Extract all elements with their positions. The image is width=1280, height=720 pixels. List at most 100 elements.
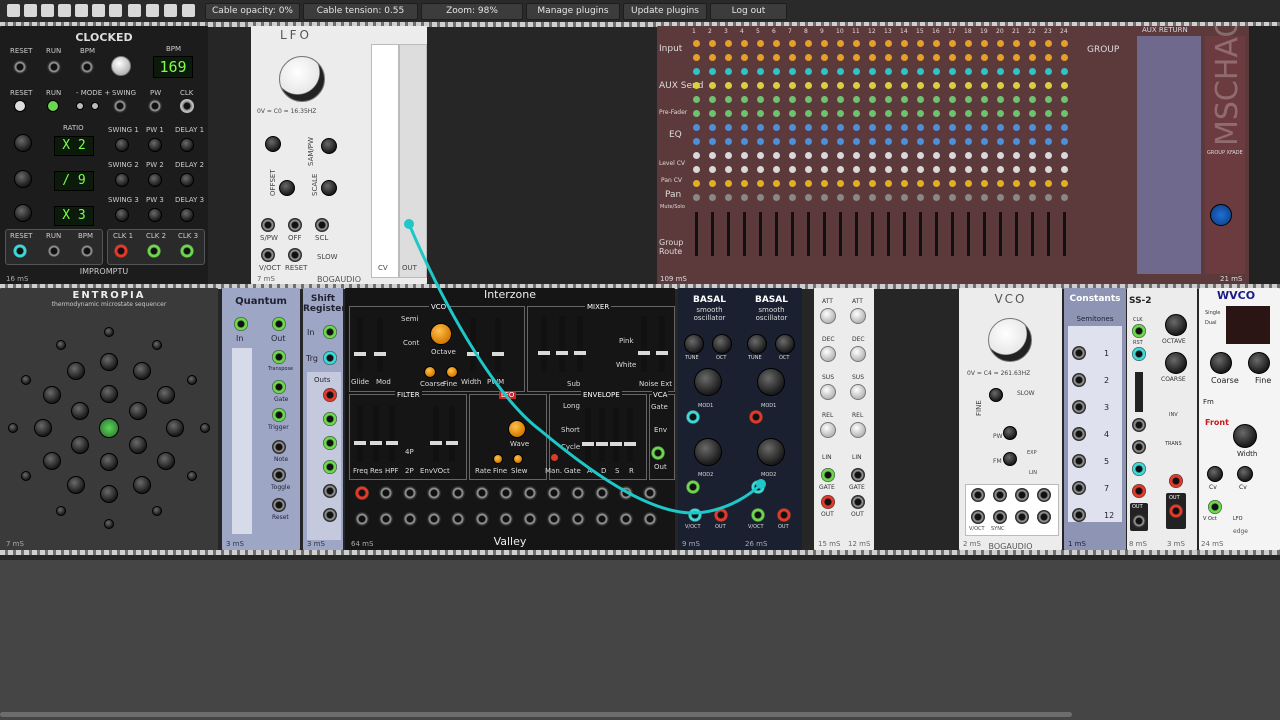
- channel-control[interactable]: [821, 54, 828, 61]
- channel-control[interactable]: [837, 82, 844, 89]
- delay3-knob[interactable]: [180, 208, 194, 222]
- channel-control[interactable]: [917, 152, 924, 159]
- channel-control[interactable]: [1061, 54, 1068, 61]
- lock-icon[interactable]: [182, 4, 195, 17]
- channel-control[interactable]: [757, 166, 764, 173]
- channel-control[interactable]: [1045, 68, 1052, 75]
- mixer-slider-4[interactable]: [638, 316, 650, 372]
- channel-control[interactable]: [901, 166, 908, 173]
- patch-jack[interactable]: [595, 512, 609, 526]
- release-knob-1[interactable]: [820, 422, 836, 438]
- channel-control[interactable]: [933, 82, 940, 89]
- channel-strip[interactable]: 24: [1057, 26, 1072, 284]
- ratio2-knob[interactable]: [14, 170, 32, 188]
- sequence-knob[interactable]: [42, 386, 61, 404]
- channel-control[interactable]: [757, 180, 764, 187]
- channel-control[interactable]: [981, 54, 988, 61]
- channel-control[interactable]: [805, 54, 812, 61]
- channel-control[interactable]: [901, 110, 908, 117]
- scale-knob[interactable]: [321, 180, 337, 196]
- sequence-knob[interactable]: [187, 471, 198, 481]
- channel-control[interactable]: [1045, 110, 1052, 117]
- channel-control[interactable]: [1013, 180, 1020, 187]
- fine-knob[interactable]: [989, 388, 1003, 402]
- channel-control[interactable]: [1061, 180, 1068, 187]
- channel-control[interactable]: [885, 68, 892, 75]
- channel-control[interactable]: [821, 40, 828, 47]
- channel-control[interactable]: [821, 152, 828, 159]
- vca-out-jack[interactable]: [651, 446, 665, 460]
- channel-control[interactable]: [885, 96, 892, 103]
- sync-jack[interactable]: [993, 510, 1007, 524]
- mod1-input-jack[interactable]: [749, 410, 763, 424]
- mixer-module[interactable]: Input AUX Send Pre-Fader EQ Level CV Pan…: [657, 26, 1280, 284]
- channel-strip[interactable]: 23: [1041, 26, 1056, 284]
- channel-control[interactable]: [1045, 194, 1052, 201]
- channel-control[interactable]: [853, 110, 860, 117]
- channel-control[interactable]: [773, 180, 780, 187]
- sine-out-jack[interactable]: [1037, 510, 1051, 524]
- channel-control[interactable]: [837, 110, 844, 117]
- mode-minus-button[interactable]: [76, 102, 84, 110]
- mod2-input-jack[interactable]: [751, 480, 765, 494]
- interzone-module[interactable]: Interzone VCO MIXER Glide Mod Semi Cont …: [345, 288, 675, 550]
- channel-control[interactable]: [981, 138, 988, 145]
- channel-fader[interactable]: [935, 212, 938, 256]
- triangle-out-jack[interactable]: [1015, 510, 1029, 524]
- channel-control[interactable]: [789, 82, 796, 89]
- channel-fader[interactable]: [1031, 212, 1034, 256]
- channel-control[interactable]: [1045, 96, 1052, 103]
- channel-control[interactable]: [981, 180, 988, 187]
- channel-control[interactable]: [725, 110, 732, 117]
- channel-control[interactable]: [981, 124, 988, 131]
- channel-strip[interactable]: 5: [753, 26, 768, 284]
- channel-control[interactable]: [1045, 82, 1052, 89]
- channel-control[interactable]: [949, 138, 956, 145]
- update-plugins-button[interactable]: Update plugins: [623, 3, 707, 20]
- channel-control[interactable]: [837, 152, 844, 159]
- out-jack[interactable]: [777, 508, 791, 522]
- attack-knob-1[interactable]: [820, 308, 836, 324]
- channel-control[interactable]: [805, 124, 812, 131]
- channel-control[interactable]: [853, 68, 860, 75]
- decay-knob-1[interactable]: [820, 346, 836, 362]
- channel-control[interactable]: [773, 152, 780, 159]
- sequence-knob[interactable]: [70, 436, 89, 454]
- channel-control[interactable]: [885, 166, 892, 173]
- channel-control[interactable]: [917, 40, 924, 47]
- attack-knob-2[interactable]: [850, 308, 866, 324]
- sequence-knob[interactable]: [67, 361, 85, 380]
- swing-input-jack[interactable]: [113, 99, 127, 113]
- channel-control[interactable]: [741, 82, 748, 89]
- pw-jack[interactable]: [971, 488, 985, 502]
- channel-control[interactable]: [837, 54, 844, 61]
- slew-knob[interactable]: [513, 454, 523, 464]
- channel-control[interactable]: [997, 40, 1004, 47]
- channel-control[interactable]: [821, 68, 828, 75]
- env-slider[interactable]: [430, 406, 442, 462]
- channel-control[interactable]: [837, 124, 844, 131]
- lfo-module[interactable]: LFO 0V = C0 = 16.35HZ OFFSET SCALE SAM/P…: [251, 26, 427, 284]
- run-input-jack[interactable]: [47, 60, 61, 74]
- channel-control[interactable]: [741, 54, 748, 61]
- channel-control[interactable]: [805, 68, 812, 75]
- channel-control[interactable]: [901, 180, 908, 187]
- channel-control[interactable]: [901, 54, 908, 61]
- channel-control[interactable]: [709, 152, 716, 159]
- channel-control[interactable]: [1061, 40, 1068, 47]
- channel-control[interactable]: [709, 124, 716, 131]
- swing2-knob[interactable]: [115, 173, 129, 187]
- res-slider[interactable]: [370, 406, 382, 462]
- channel-control[interactable]: [885, 180, 892, 187]
- channel-strip[interactable]: 6: [769, 26, 784, 284]
- patch-jack[interactable]: [643, 512, 657, 526]
- channel-control[interactable]: [853, 194, 860, 201]
- channel-control[interactable]: [869, 40, 876, 47]
- wave-knob[interactable]: [265, 136, 281, 152]
- channel-control[interactable]: [725, 82, 732, 89]
- channel-fader[interactable]: [951, 212, 954, 256]
- open-folder-icon[interactable]: [24, 4, 37, 17]
- channel-control[interactable]: [1029, 180, 1036, 187]
- patch-jack[interactable]: [403, 512, 417, 526]
- channel-control[interactable]: [949, 110, 956, 117]
